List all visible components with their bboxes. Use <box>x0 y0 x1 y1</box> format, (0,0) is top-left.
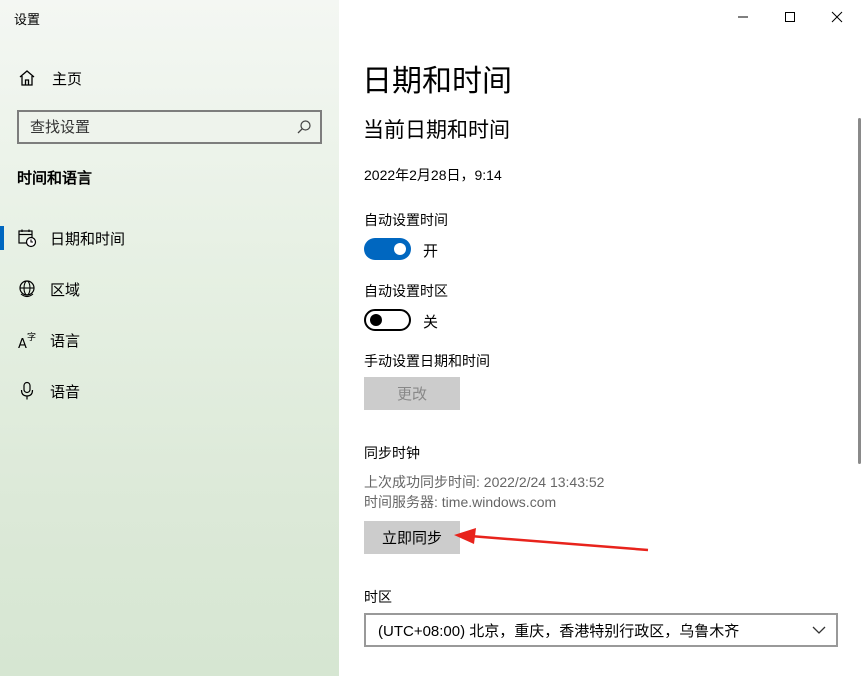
timezone-label: 时区 <box>364 589 392 605</box>
auto-time-label: 自动设置时间 <box>364 212 448 228</box>
auto-timezone-label: 自动设置时区 <box>364 283 448 299</box>
sidebar-item-label: 日期和时间 <box>50 231 126 248</box>
close-button[interactable] <box>814 0 860 34</box>
minimize-button[interactable] <box>720 0 766 34</box>
sidebar: 设置 主页 时间和语言 日期和时间 <box>0 0 339 676</box>
maximize-icon <box>785 12 795 22</box>
search-icon[interactable] <box>296 119 312 135</box>
timezone-selected-value: (UTC+08:00) 北京，重庆，香港特别行政区，乌鲁木齐 <box>378 622 740 640</box>
auto-time-toggle[interactable] <box>364 238 411 260</box>
current-datetime: 2022年2月28日，9:14 <box>364 167 502 183</box>
page-title: 日期和时间 <box>362 65 512 98</box>
section-title: 时间和语言 <box>17 170 93 187</box>
sidebar-item-region[interactable]: 区域 <box>0 267 339 311</box>
time-server-text: 时间服务器: time.windows.com <box>364 494 557 510</box>
language-icon: A 字 <box>18 331 36 350</box>
sync-clock-label: 同步时钟 <box>364 445 420 461</box>
home-icon <box>19 70 35 86</box>
sidebar-home[interactable]: 主页 <box>18 66 82 90</box>
sidebar-item-label: 语言 <box>50 333 81 350</box>
selected-indicator <box>0 226 4 250</box>
sidebar-item-speech[interactable]: 语音 <box>0 369 339 413</box>
chevron-down-icon <box>812 626 826 634</box>
annotation-arrow-shaft <box>469 534 649 552</box>
close-icon <box>831 11 843 23</box>
change-button[interactable]: 更改 <box>364 377 460 410</box>
sidebar-item-language[interactable]: A 字 语言 <box>0 318 339 362</box>
last-sync-text: 上次成功同步时间: 2022/2/24 13:43:52 <box>364 474 605 490</box>
minimize-icon <box>738 16 748 18</box>
timezone-select[interactable]: (UTC+08:00) 北京，重庆，香港特别行政区，乌鲁木齐 <box>364 613 838 647</box>
auto-time-state: 开 <box>423 243 439 260</box>
globe-icon <box>19 280 35 298</box>
calendar-clock-icon <box>18 229 37 248</box>
search-input[interactable] <box>30 118 280 136</box>
scrollbar[interactable] <box>858 118 861 464</box>
svg-text:字: 字 <box>27 331 36 343</box>
section-heading: 当前日期和时间 <box>363 119 510 142</box>
microphone-icon <box>20 381 34 400</box>
manual-time-label: 手动设置日期和时间 <box>364 353 490 369</box>
toggle-knob <box>394 243 406 255</box>
maximize-button[interactable] <box>767 0 813 34</box>
auto-timezone-toggle[interactable] <box>364 309 411 331</box>
app-title: 设置 <box>14 12 41 27</box>
auto-timezone-state: 关 <box>423 314 439 331</box>
search-box[interactable] <box>17 110 322 144</box>
home-label: 主页 <box>52 70 83 88</box>
svg-text:A: A <box>18 337 27 350</box>
toggle-knob <box>370 314 382 326</box>
sync-now-button[interactable]: 立即同步 <box>364 521 460 554</box>
sidebar-item-label: 语音 <box>50 384 81 401</box>
sidebar-item-label: 区域 <box>50 282 81 299</box>
sidebar-item-date-time[interactable]: 日期和时间 <box>0 216 339 260</box>
